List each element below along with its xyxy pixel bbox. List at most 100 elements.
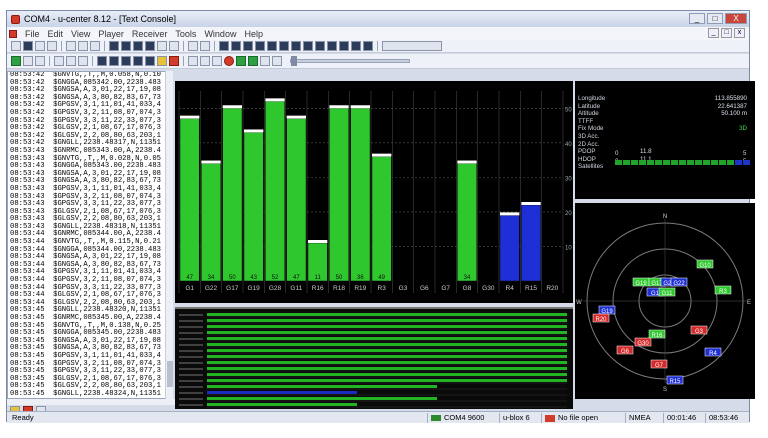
deviation-map-icon[interactable] [243,41,253,51]
gear-icon[interactable] [157,56,167,66]
table-icon[interactable] [327,41,337,51]
altimeter-icon[interactable] [303,41,313,51]
maximize-button[interactable]: □ [707,13,723,24]
eject-icon[interactable] [188,56,198,66]
data-label: 34 [464,275,471,281]
play-icon[interactable] [236,56,246,66]
msg-icon[interactable] [109,56,119,66]
fast-forward-icon[interactable] [260,56,270,66]
ytick-label: 40 [565,142,572,148]
satellite-level-icon[interactable] [255,41,265,51]
histogram-icon[interactable] [339,41,349,51]
print-icon[interactable] [47,41,57,51]
console-scrollbar[interactable] [165,71,173,399]
connect-icon[interactable] [11,56,21,66]
port-label: COM4 9600 [444,413,485,422]
dataview-label: Altitude [578,110,599,118]
mdi-close-button[interactable]: x [734,28,745,38]
new-file-icon[interactable] [11,41,21,51]
category-label: R20 [546,285,558,292]
reset-icon[interactable] [78,56,88,66]
main-toolbar [7,40,749,53]
skip-end-icon[interactable] [272,56,282,66]
compass-label-S: S [663,387,667,393]
msg-icon[interactable] [121,56,131,66]
speed-icon[interactable] [291,41,301,51]
msg-icon[interactable] [133,56,143,66]
baudrate-icon[interactable] [23,56,33,66]
dataview-value: 50.100 m [721,110,747,118]
menu-receiver[interactable]: Receiver [132,29,168,39]
record-icon[interactable] [224,56,234,66]
window-icon[interactable] [200,41,210,51]
sky-satellite: R3 [714,285,732,295]
save-icon[interactable] [35,41,45,51]
view-icon[interactable] [157,41,167,51]
menu-window[interactable]: Window [204,29,236,39]
step-forward-icon[interactable] [248,56,258,66]
sky-view-icon[interactable] [231,41,241,51]
sky-satellite: R15 [666,375,684,385]
paste-icon[interactable] [90,41,100,51]
scroll-thumb[interactable] [167,361,173,387]
player-toolbar [7,54,749,69]
statistics-icon[interactable] [363,41,373,51]
text-console[interactable]: 08:53:42 $GNVTG,,T,,M,0.058,N,0.10 08:53:… [7,71,172,399]
category-label: G11 [290,285,302,292]
window-icon[interactable] [188,41,198,51]
data-label: 52 [272,275,279,281]
window-title: COM4 - u-center 8.12 - [Text Console] [24,14,177,24]
history-trace [207,319,567,322]
autobaud-icon[interactable] [35,56,45,66]
menu-view[interactable]: View [71,29,90,39]
category-label: G19 [248,285,261,292]
view-icon[interactable] [169,41,179,51]
menu-tools[interactable]: Tools [175,29,196,39]
docking-window-icon[interactable] [145,41,155,51]
data-view-icon[interactable] [267,41,277,51]
docking-window-icon[interactable] [133,41,143,51]
camera-icon[interactable] [351,41,361,51]
docking-window-icon[interactable] [109,41,119,51]
compass-icon[interactable] [279,41,289,51]
clock-icon[interactable] [315,41,325,51]
dataview-label: 3D Acc. [578,133,600,140]
chart-view-icon[interactable] [219,41,229,51]
bar-cap [201,160,221,164]
docking-window-icon[interactable] [121,41,131,51]
open-file-icon[interactable] [23,41,33,51]
settings-icon[interactable] [169,56,179,66]
msg-icon[interactable] [97,56,107,66]
menu-player[interactable]: Player [98,29,124,39]
close-button[interactable]: X [725,13,747,24]
mdi-restore-button[interactable]: □ [721,28,732,38]
menu-help[interactable]: Help [244,29,263,39]
mdi-minimize-button[interactable]: _ [708,28,719,38]
status-protocol: NMEA [625,413,661,423]
dataview-label: Fix Mode [578,125,604,133]
satellite-id: G1 [651,291,660,297]
cut-icon[interactable] [66,41,76,51]
menu-file[interactable]: File [25,29,40,39]
history-trace [207,349,567,352]
dataview-row: Fix Mode 3D [578,125,753,132]
copy-icon[interactable] [78,41,88,51]
msg-icon[interactable] [145,56,155,66]
receiver-config-icon[interactable] [66,56,76,66]
slider-knob[interactable] [291,56,297,66]
pause-icon[interactable] [212,56,222,66]
bar-R3 [371,156,392,282]
sky-satellite: G10 [696,259,714,269]
bar-R19 [350,108,371,282]
history-trace [207,391,357,394]
ruler-icon[interactable] [54,56,64,66]
stop-icon[interactable] [200,56,210,66]
dataview-label: Latitude [578,102,601,110]
playback-slider[interactable] [290,56,410,66]
minimize-button[interactable]: _ [689,13,705,24]
menu-edit[interactable]: Edit [48,29,64,39]
ytick-label: 50 [565,107,572,113]
bar-cap [350,105,370,109]
grid-icon[interactable] [382,41,442,51]
data-view: Longitude 113.855890 Latitude 22.641387 Alti… [575,81,755,199]
